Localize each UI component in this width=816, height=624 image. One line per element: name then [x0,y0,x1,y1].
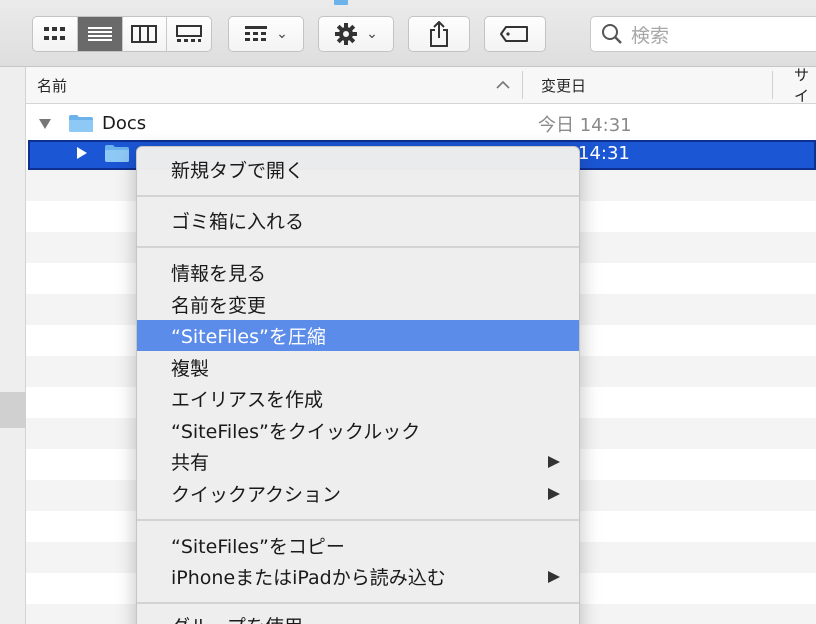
menu-separator [137,246,579,248]
search-field[interactable]: 検索 [590,16,816,52]
menu-item-label: クイックアクション [171,484,342,506]
search-placeholder: 検索 [631,24,670,47]
gallery-view-icon [176,25,203,42]
menu-item-label: “SiteFiles”をコピー [171,536,345,558]
menu-separator [137,195,579,197]
icon-view-icon [43,27,65,40]
menu-item-label: ゴミ箱に入れる [171,211,305,233]
file-date: 今日 14:31 [538,114,632,136]
menu-item-get-info[interactable]: 情報を見る [137,257,579,288]
folder-icon [104,140,130,166]
column-view-icon [131,25,158,43]
menu-item-copy[interactable]: “SiteFiles”をコピー [137,530,579,561]
menu-item-make-alias[interactable]: エイリアスを作成 [137,383,579,414]
menu-item-label: エイリアスを作成 [171,389,324,411]
folder-icon [334,0,348,5]
disclosure-expanded-icon[interactable] [38,108,52,139]
menu-separator [137,602,579,604]
column-view-button[interactable] [123,17,168,51]
context-menu: 新規タブで開く ゴミ箱に入れる 情報を見る 名前を変更 “SiteFiles”を… [136,146,580,624]
chevron-down-icon: ⌄ [366,26,378,42]
menu-item-share[interactable]: 共有 [137,446,579,477]
toolbar: ⌄ ⌄ 検索 [0,0,816,67]
file-name: Docs [102,113,147,134]
group-by-button[interactable]: ⌄ [228,16,304,52]
share-button[interactable] [408,16,470,52]
action-menu-button[interactable]: ⌄ [318,16,394,52]
tag-icon [500,26,528,42]
submenu-arrow-icon [547,446,561,477]
column-header: 名前 変更日 サイ [26,66,816,105]
menu-item-quick-look[interactable]: “SiteFiles”をクイックルック [137,415,579,446]
sidebar-selected-item[interactable] [0,392,26,428]
share-icon [430,21,448,47]
menu-item-rename[interactable]: 名前を変更 [137,289,579,320]
disclosure-collapsed-icon[interactable] [76,140,88,166]
menu-item-label: 共有 [171,452,210,474]
menu-item-label: 情報を見る [171,263,267,285]
menu-item-import-from-iphone[interactable]: iPhoneまたはiPadから読み込む [137,561,579,592]
tags-button[interactable] [484,16,546,52]
menu-item-move-to-trash[interactable]: ゴミ箱に入れる [137,205,579,236]
group-grid-icon [245,26,268,41]
search-icon [602,24,622,44]
sort-ascending-icon [496,67,510,103]
file-row-docs[interactable]: Docs 今日 14:31 [26,108,816,139]
menu-item-duplicate[interactable]: 複製 [137,352,579,383]
gear-icon [335,23,358,45]
gallery-view-button[interactable] [167,17,211,51]
menu-separator [137,519,579,521]
menu-item-label: iPhoneまたはiPadから読み込む [171,567,446,589]
folder-icon [68,108,94,139]
menu-item-label: グループを使用 [171,612,303,624]
window-title [334,0,348,6]
list-view-button[interactable] [77,17,123,51]
menu-item-compress[interactable]: “SiteFiles”を圧縮 [137,320,579,351]
list-view-icon [87,27,112,41]
chevron-down-icon: ⌄ [276,26,288,42]
menu-item-label: “SiteFiles”を圧縮 [171,326,326,348]
name-column-header[interactable]: 名前 [37,67,67,103]
icon-view-button[interactable] [33,17,78,51]
menu-item-label: 複製 [171,358,210,380]
submenu-arrow-icon [547,561,561,592]
date-modified-column-header[interactable]: 変更日 [541,67,586,103]
menu-item-open-in-new-tab[interactable]: 新規タブで開く [137,154,579,185]
sidebar [0,67,26,624]
menu-item-use-groups[interactable]: グループを使用 [137,610,579,624]
column-divider[interactable] [772,71,773,99]
menu-item-label: 名前を変更 [171,295,267,317]
menu-item-label: “SiteFiles”をクイックルック [171,421,421,443]
size-column-header[interactable]: サイ [794,66,816,105]
menu-item-quick-actions[interactable]: クイックアクション [137,478,579,509]
view-mode-segmented-control [32,16,212,52]
menu-item-label: 新規タブで開く [171,160,305,182]
file-date: 14:31 [578,142,630,164]
column-divider[interactable] [522,71,523,99]
submenu-arrow-icon [547,478,561,509]
